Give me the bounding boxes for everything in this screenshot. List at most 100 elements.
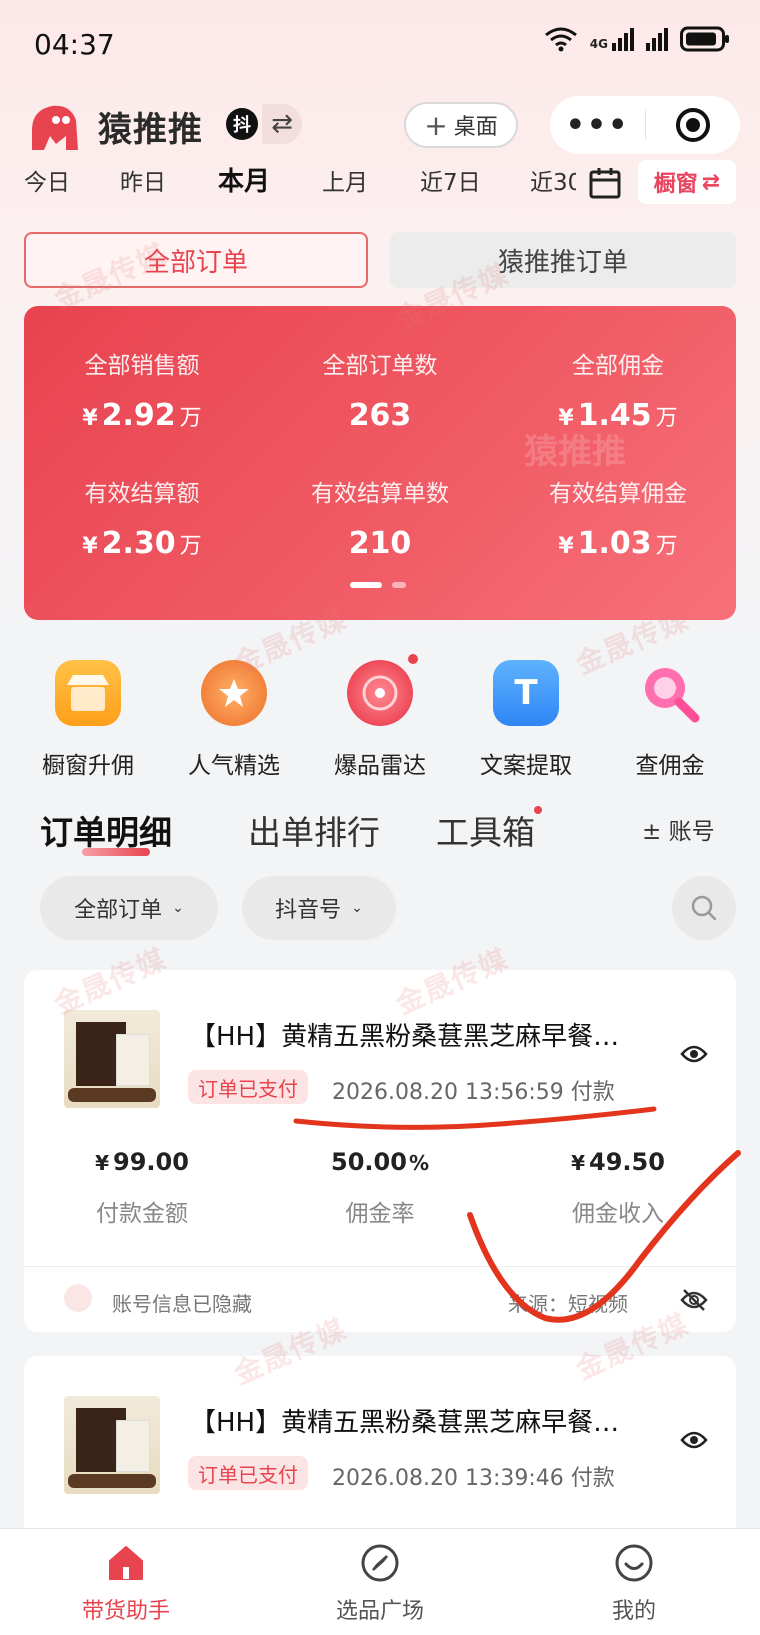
battery-icon [680, 26, 729, 52]
order-card[interactable]: 【HH】黄精五黑粉桑葚黑芝麻早餐… 订单已支付 2026.08.20 13:56… [24, 970, 736, 1332]
showcase-switch-button[interactable]: 橱窗 ⇄ [638, 160, 736, 204]
wifi-icon [544, 27, 577, 52]
close-miniapp-button[interactable] [646, 106, 740, 144]
eye-icon[interactable] [680, 1044, 708, 1064]
status-time: 04:37 [34, 28, 115, 61]
metric-label: 佣金率 [345, 1201, 415, 1227]
stat-label: 有效结算额 [84, 481, 200, 507]
tab-order-details[interactable]: 订单明细 [40, 806, 172, 854]
switch-platform-icon[interactable]: ⇄ [262, 104, 302, 144]
stat-valid-settlement: 有效结算额 ¥2.30 万 [24, 474, 260, 561]
radar-icon [347, 660, 413, 726]
stat-total-commission: 全部佣金 ¥1.45 万 [500, 346, 736, 433]
nav-label: 选品广场 [335, 1599, 424, 1624]
date-tab-last-30-days[interactable]: 近30 [530, 163, 576, 197]
smile-icon [615, 1544, 653, 1582]
stat-valid-settlement-count: 有效结算单数 210 [262, 474, 498, 561]
add-to-desktop-button[interactable]: + 桌面 [404, 102, 518, 148]
stat-value: ¥1.45 万 [558, 398, 678, 433]
order-paid-time: 2026.08.20 13:56:59 付款 [332, 1080, 615, 1105]
showcase-label: 橱窗 [653, 172, 698, 197]
account-avatar-icon [64, 1284, 92, 1312]
eye-off-icon[interactable] [680, 1288, 708, 1312]
signal-icon [646, 27, 668, 51]
tool-label: 爆品雷达 [334, 753, 426, 779]
date-tab-this-month[interactable]: 本月 [218, 161, 270, 198]
stat-value: ¥2.92 万 [82, 398, 202, 433]
stat-value: 210 [348, 526, 412, 561]
stat-valid-commission: 有效结算佣金 ¥1.03 万 [500, 474, 736, 561]
stat-label: 全部订单数 [322, 353, 438, 379]
medal-icon [201, 660, 267, 726]
stat-label: 有效结算佣金 [549, 481, 687, 507]
app-brand-name: 猿推推 [98, 110, 203, 150]
product-title: 【HH】黄精五黑粉桑葚黑芝麻早餐… [190, 1408, 620, 1438]
eye-icon[interactable] [680, 1430, 708, 1450]
search-button[interactable] [672, 876, 736, 940]
swap-icon: ⇄ [701, 169, 721, 195]
tab-toolbox[interactable]: 工具箱 [436, 806, 535, 854]
bottom-navigation: 带货助手 选品广场 我的 [0, 1528, 760, 1635]
account-toggle-button[interactable]: ± 账号 [642, 812, 715, 846]
tool-hot-radar[interactable]: 爆品雷达 [310, 654, 450, 780]
tab-yuantuitui-orders[interactable]: 猿推推订单 [390, 232, 736, 288]
chevron-down-icon: ⌄ [172, 900, 184, 916]
metric-label: 付款金额 [96, 1201, 188, 1227]
douyin-platform-badge[interactable]: 抖 [226, 108, 258, 140]
metric-commission-income: ¥49.50 佣金收入 [500, 1148, 736, 1228]
tool-label: 查佣金 [635, 753, 705, 779]
notification-dot [408, 654, 418, 664]
tool-popular-picks[interactable]: 人气精选 [164, 660, 304, 780]
calendar-icon[interactable] [588, 166, 622, 200]
filter-label: 抖音号 [275, 898, 342, 923]
metric-label: 佣金收入 [572, 1201, 664, 1227]
nav-profile[interactable]: 我的 [554, 1543, 714, 1625]
shop-icon [55, 660, 121, 726]
active-tab-underline [82, 848, 150, 856]
tool-showcase-upgrade[interactable]: 橱窗升佣 [18, 660, 158, 780]
stat-value: 263 [348, 398, 412, 433]
date-tab-last-7-days[interactable]: 近7日 [420, 163, 481, 197]
plus-icon: + [424, 108, 448, 142]
filter-label: 全部订单 [74, 898, 163, 923]
tool-label: 人气精选 [188, 753, 280, 779]
product-title: 【HH】黄精五黑粉桑葚黑芝麻早餐… [190, 1022, 620, 1052]
stat-label: 全部佣金 [572, 353, 664, 379]
date-tab-today[interactable]: 今日 [24, 163, 70, 197]
stats-card: 猿推推 全部销售额 ¥2.92 万 全部订单数 263 全部佣金 ¥1.45 万 有… [24, 306, 736, 620]
order-paid-time: 2026.08.20 13:39:46 付款 [332, 1466, 615, 1491]
chevron-down-icon: ⌄ [351, 900, 363, 916]
toolbox-notification-dot [534, 806, 542, 814]
tab-all-orders[interactable]: 全部订单 [24, 232, 368, 288]
order-status-badge: 订单已支付 [188, 1456, 308, 1490]
date-tab-yesterday[interactable]: 昨日 [120, 163, 166, 197]
carousel-indicator[interactable] [350, 582, 406, 588]
order-status-filter[interactable]: 全部订单 ⌄ [40, 876, 218, 940]
account-info-hidden: 账号信息已隐藏 [112, 1292, 252, 1316]
more-options-icon[interactable]: ••• [550, 108, 645, 143]
nav-label: 我的 [611, 1599, 656, 1624]
nav-sales-assistant[interactable]: 带货助手 [46, 1543, 206, 1625]
stat-value: ¥1.03 万 [558, 526, 678, 561]
metric-pay-amount: ¥99.00 付款金额 [24, 1148, 260, 1228]
order-status-badge: 订单已支付 [188, 1070, 308, 1104]
network-label: 4G [589, 36, 608, 51]
order-card[interactable]: 【HH】黄精五黑粉桑葚黑芝麻早餐… 订单已支付 2026.08.20 13:39… [24, 1356, 736, 1546]
tool-text-extract[interactable]: T 文案提取 [456, 660, 596, 780]
text-extract-icon: T [493, 660, 559, 726]
stat-value: ¥2.30 万 [82, 526, 202, 561]
search-icon [691, 895, 717, 921]
add-to-desktop-label: 桌面 [453, 115, 498, 140]
card-divider [24, 1266, 736, 1267]
status-icons: 4G [544, 26, 730, 52]
product-thumbnail [64, 1396, 160, 1494]
tool-commission-lookup[interactable]: 查佣金 [600, 660, 740, 780]
tab-order-ranking[interactable]: 出单排行 [248, 806, 380, 854]
date-tab-last-month[interactable]: 上月 [322, 163, 368, 197]
order-source: 来源：短视频 [508, 1292, 628, 1316]
douyin-account-filter[interactable]: 抖音号 ⌄ [242, 876, 396, 940]
stat-label: 全部销售额 [84, 353, 200, 379]
nav-product-plaza[interactable]: 选品广场 [300, 1543, 460, 1625]
compass-icon [361, 1544, 399, 1582]
stat-total-orders: 全部订单数 263 [262, 346, 498, 433]
